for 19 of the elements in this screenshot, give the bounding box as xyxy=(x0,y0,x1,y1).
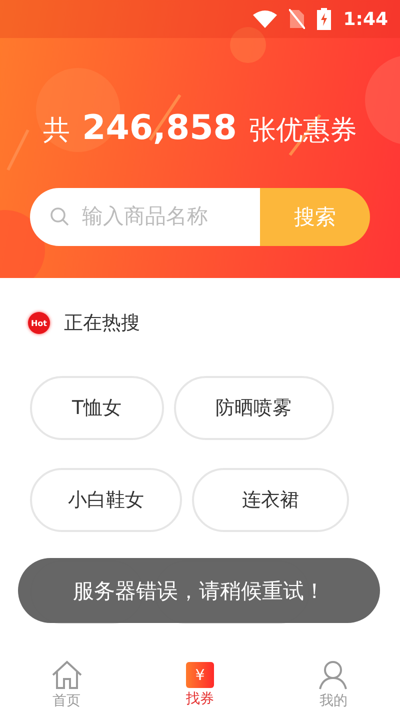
tag-chip[interactable]: T恤女 xyxy=(30,376,164,440)
tag-chip[interactable]: 小白鞋女 xyxy=(30,468,182,532)
battery-charging-icon xyxy=(317,8,332,30)
count-suffix: 张优惠券 xyxy=(248,114,357,148)
nav-tab[interactable]: ¥ 找券 xyxy=(133,650,267,720)
coupon-count: 246,858 xyxy=(82,108,237,148)
search-field[interactable]: 输入商品名称 xyxy=(30,188,260,246)
section-title: 正在热搜 xyxy=(64,311,140,336)
no-sim-icon xyxy=(289,9,306,29)
tag-chip[interactable]: 防晒喷雾 xyxy=(174,376,334,440)
error-toast: 服务器错误，请稍候重试！ xyxy=(18,558,380,623)
coupon-icon: ¥ xyxy=(186,662,214,688)
tag-chip[interactable]: 连衣裙 xyxy=(192,468,349,532)
person-icon xyxy=(317,660,350,690)
status-time: 1:44 xyxy=(343,8,388,30)
hot-icon: Hot xyxy=(28,312,50,334)
home-icon xyxy=(50,660,83,690)
count-prefix: 共 xyxy=(43,114,70,148)
wifi-icon xyxy=(253,10,278,28)
